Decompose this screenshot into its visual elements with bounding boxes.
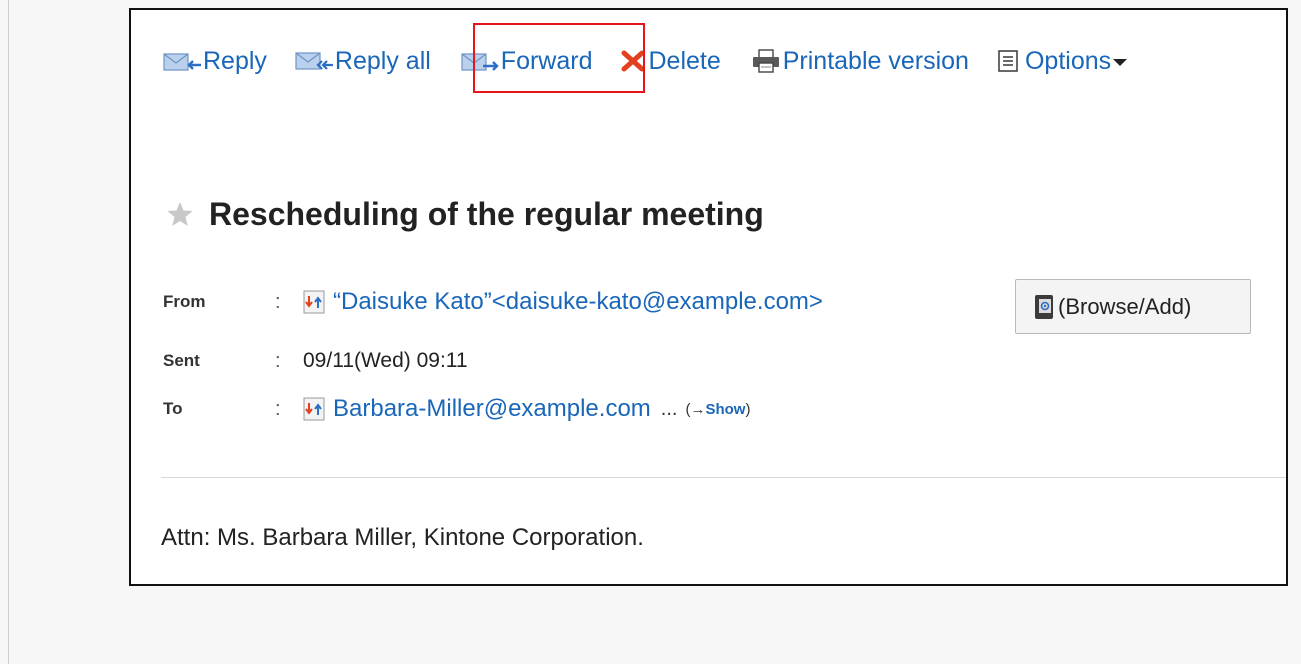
show-recipients-link[interactable]: Show [705, 401, 745, 418]
delete-label: Delete [648, 47, 721, 75]
options-menu-icon [998, 50, 1018, 72]
reply-all-icon [295, 52, 333, 70]
address-book-icon [1035, 294, 1053, 319]
sent-label: Sent [163, 351, 200, 370]
mail-view-panel: Reply Reply all Forward Delete Printable… [129, 8, 1288, 586]
to-label: To [163, 399, 183, 418]
reply-all-button[interactable]: Reply all [295, 44, 431, 78]
mail-toolbar: Reply Reply all Forward Delete Printable… [163, 44, 1129, 78]
options-button[interactable]: Options [997, 44, 1129, 78]
delete-icon [621, 50, 645, 72]
chevron-down-icon [1113, 59, 1128, 66]
reply-label: Reply [203, 47, 267, 75]
to-row: To : Barbara-Miller@example.com ... (→Sh… [163, 395, 750, 423]
show-all-recipients: (→Show) [685, 401, 750, 418]
star-icon[interactable] [165, 199, 195, 229]
sent-datetime: 09/11(Wed) 09:11 [303, 349, 468, 372]
person-card-icon [303, 290, 325, 314]
from-label: From [163, 292, 206, 311]
show-suffix: ) [745, 400, 751, 418]
from-address-link[interactable]: “Daisuke Kato”<daisuke-kato@example.com> [333, 288, 823, 316]
printable-version-label: Printable version [782, 47, 969, 75]
browse-add-label: (Browse/Add) [1058, 293, 1192, 319]
to-colon: : [275, 397, 281, 420]
message-body: Attn: Ms. Barbara Miller, Kintone Corpor… [161, 524, 644, 551]
forward-label: Forward [500, 47, 593, 75]
sent-colon: : [275, 349, 281, 372]
subject-row: Rescheduling of the regular meeting [165, 194, 764, 234]
forward-button[interactable]: Forward [461, 44, 593, 78]
reply-all-label: Reply all [334, 47, 431, 75]
from-colon: : [275, 290, 281, 313]
person-card-icon [303, 397, 325, 421]
reply-button[interactable]: Reply [163, 44, 267, 78]
printer-icon [752, 49, 779, 73]
message-subject: Rescheduling of the regular meeting [209, 196, 764, 232]
to-more-ellipsis: ... [660, 397, 678, 420]
header-divider [161, 477, 1286, 478]
browse-add-button[interactable]: (Browse/Add) [1015, 279, 1251, 334]
printable-version-button[interactable]: Printable version [751, 44, 969, 78]
from-row: From : “Daisuke Kato”<daisuke-kato@examp… [163, 288, 823, 316]
show-prefix: (→ [685, 400, 706, 418]
delete-button[interactable]: Delete [620, 44, 721, 78]
to-address-link[interactable]: Barbara-Miller@example.com [333, 395, 651, 423]
reply-icon [163, 53, 201, 71]
forward-icon [461, 53, 499, 71]
options-label: Options [1024, 47, 1112, 75]
sent-row: Sent : 09/11(Wed) 09:11 [163, 349, 468, 373]
